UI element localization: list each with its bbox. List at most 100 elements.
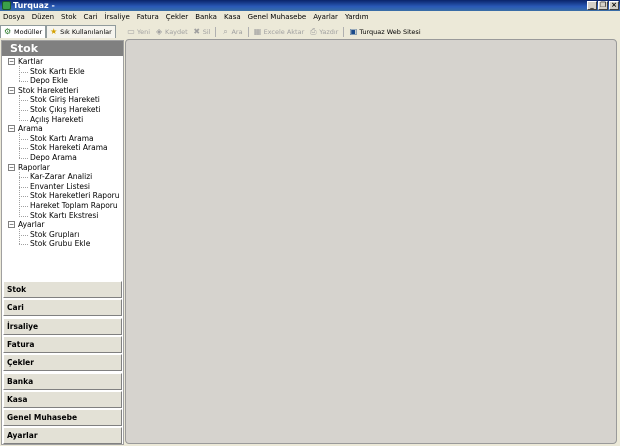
toolbar-button-0[interactable]: ▭ Yeni [127, 27, 151, 37]
module-tree: − Kartlar Stok Kartı Ekle Depo Ekle − Stok Ha… [2, 57, 123, 279]
menu-7[interactable]: Banka [195, 11, 217, 23]
toolbar-button-6[interactable]: ▣ Turquaz Web Sitesi [349, 28, 421, 37]
toolbar-button-label: Turquaz Web Sitesi [359, 28, 421, 36]
tree-connector [19, 158, 28, 159]
menu-6[interactable]: Çekler [166, 11, 188, 23]
collapse-icon[interactable]: − [8, 221, 15, 229]
tree-item[interactable]: Hareket Toplam Raporu [30, 201, 118, 211]
toolbar-separator [343, 27, 345, 37]
maximize-button[interactable]: ❐ [598, 1, 608, 10]
module-button-8[interactable]: Ayarlar [3, 427, 122, 445]
collapse-icon[interactable]: − [8, 58, 15, 65]
toolbar-button-label: Ara [231, 28, 243, 36]
menu-bar: Dosya Düzen Stok Cari İrsaliye Fatura Çekler Ba… [0, 11, 620, 23]
tree-group-label: Kartlar [18, 57, 44, 66]
module-button-4[interactable]: Çekler [3, 354, 122, 372]
toolbar-button-label: Yazdır [319, 28, 339, 36]
tab-1[interactable]: ★ Sık Kullanılanlar [46, 25, 116, 38]
new-icon: ▭ [127, 27, 135, 36]
excel-icon: ▦ [253, 27, 262, 36]
tree-item[interactable]: Depo Ekle [30, 76, 68, 86]
module-button-1[interactable]: Cari [3, 299, 122, 317]
tree-item[interactable]: Stok Grubu Ekle [30, 239, 90, 249]
tree-group-4[interactable]: − Ayarlar [8, 220, 45, 230]
close-button[interactable]: × [609, 1, 619, 10]
tree-group-label: Stok Hareketleri [18, 85, 79, 95]
tree-item[interactable]: Stok Hareketleri Raporu [30, 191, 120, 201]
tree-item[interactable]: Stok Kartı Ekle [30, 67, 85, 77]
title-bar: Turquaz - _ ❐ × [0, 0, 620, 11]
print-icon: ⎙ [310, 27, 317, 36]
menu-11[interactable]: Yardım [345, 11, 369, 23]
toolbar-button-4[interactable]: ▦ Excele Aktar [253, 27, 304, 37]
menu-2[interactable]: Stok [61, 11, 77, 23]
module-button-7[interactable]: Genel Muhasebe [3, 409, 122, 427]
tree-item[interactable]: Depo Arama [30, 153, 77, 163]
tree-group-2[interactable]: − Arama [8, 124, 43, 134]
tree-item[interactable]: Stok Çıkış Hareketi [30, 105, 101, 115]
tree-item[interactable]: Stok Kartı Ekstresi [30, 211, 98, 221]
save-icon: ◈ [155, 27, 163, 36]
tree-connector [19, 100, 28, 102]
tree-group-label: Arama [18, 124, 43, 134]
module-button-0[interactable]: Stok [3, 281, 122, 298]
menu-1[interactable]: Düzen [32, 11, 54, 23]
menu-10[interactable]: Ayarlar [313, 11, 338, 23]
star-icon: ★ [50, 27, 58, 36]
minimize-button[interactable]: _ [587, 1, 597, 10]
toolbar-button-label: Yeni [137, 28, 151, 36]
left-tab-strip: ⚙ Modüller ★ Sık Kullanılanlar [0, 25, 126, 39]
collapse-icon[interactable]: − [8, 86, 15, 94]
toolbar: ▭ Yeni ◈ Kaydet ✖ Sil ⌕ Ara ▦ Excele Aktar ⎙ Yazdır… [124, 25, 620, 39]
modules-panel: Stok − Kartlar Stok Kartı Ekle Depo Ekle − St… [1, 40, 124, 445]
menu-0[interactable]: Dosya [3, 11, 25, 23]
menu-9[interactable]: Genel Muhasebe [248, 11, 307, 23]
tree-connector [19, 66, 20, 81]
toolbar-button-3[interactable]: ⌕ Ara [221, 27, 243, 37]
tree-item[interactable]: Stok Grupları [30, 230, 79, 240]
tree-connector [19, 148, 28, 150]
module-button-3[interactable]: Fatura [3, 335, 122, 353]
menu-4[interactable]: İrsaliye [105, 11, 130, 23]
module-button-5[interactable]: Banka [3, 372, 122, 390]
tree-connector [19, 94, 20, 120]
module-button-2[interactable]: İrsaliye [3, 317, 122, 335]
menu-8[interactable]: Kasa [224, 11, 241, 23]
tree-item[interactable]: Stok Giriş Hareketi [30, 95, 100, 105]
menu-5[interactable]: Fatura [137, 11, 159, 23]
tree-item[interactable]: Stok Hareketi Arama [30, 143, 108, 153]
window-controls: _ ❐ × [587, 1, 619, 10]
tree-connector [19, 110, 28, 111]
tree-connector [19, 171, 20, 216]
tab-label: Modüller [14, 28, 43, 36]
tab-0[interactable]: ⚙ Modüller [0, 25, 47, 38]
tree-connector [19, 215, 28, 217]
menu-3[interactable]: Cari [84, 11, 98, 23]
tree-group-1[interactable]: − Stok Hareketleri [8, 85, 79, 96]
tree-connector [19, 133, 20, 158]
tree-connector [19, 229, 20, 244]
window-title: Turquaz - [13, 1, 55, 10]
toolbar-button-2[interactable]: ✖ Sil [193, 28, 210, 37]
main-content-area [125, 39, 617, 444]
tree-connector [19, 81, 28, 83]
tree-connector [19, 206, 28, 207]
tree-item[interactable]: Açılış Hareketi [30, 115, 83, 125]
modules-icon: ⚙ [4, 27, 12, 36]
tree-group-0[interactable]: − Kartlar [8, 57, 44, 67]
tree-item[interactable]: Stok Kartı Arama [30, 134, 94, 144]
module-button-6[interactable]: Kasa [3, 390, 122, 408]
tree-item[interactable]: Envanter Listesi [30, 182, 90, 192]
toolbar-button-5[interactable]: ⎙ Yazdır [309, 27, 339, 37]
tree-item[interactable]: Kar-Zarar Analizi [30, 172, 92, 182]
tree-connector [19, 138, 28, 140]
tree-group-3[interactable]: − Raporlar [8, 163, 50, 173]
panel-header: Stok [2, 41, 123, 56]
toolbar-button-1[interactable]: ◈ Kaydet [155, 27, 188, 37]
tree-group-label: Ayarlar [18, 220, 45, 230]
search-icon: ⌕ [223, 27, 228, 36]
toolbar-separator [247, 27, 249, 37]
tab-label: Sık Kullanılanlar [60, 28, 112, 36]
collapse-icon[interactable]: − [8, 163, 15, 171]
collapse-icon[interactable]: − [8, 125, 15, 133]
